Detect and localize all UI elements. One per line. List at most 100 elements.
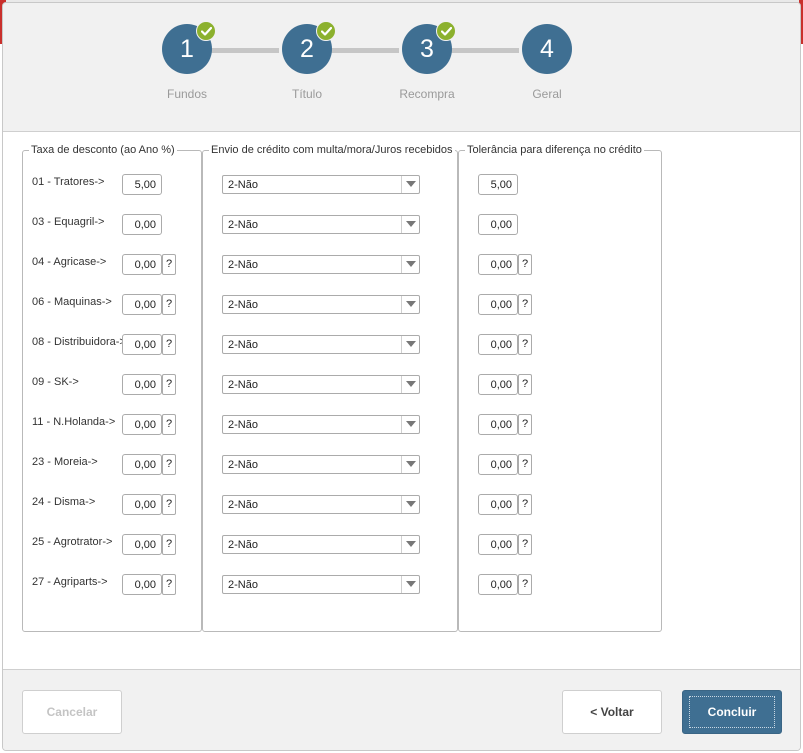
row-label: 03 - Equagril->	[32, 216, 105, 228]
tolerance-input[interactable]: 0,00	[478, 494, 518, 515]
discount-rate-input[interactable]: 0,00	[122, 494, 162, 515]
caret-down-icon	[401, 336, 419, 353]
credit-select[interactable]: 2-Não	[222, 495, 420, 514]
help-button[interactable]: ?	[162, 574, 176, 595]
discount-rate-input[interactable]: 0,00	[122, 334, 162, 355]
credit-select[interactable]: 2-Não	[222, 295, 420, 314]
discount-rate-input[interactable]: 0,00	[122, 294, 162, 315]
credit-select[interactable]: 2-Não	[222, 415, 420, 434]
credit-select[interactable]: 2-Não	[222, 335, 420, 354]
select-value: 2-Não	[228, 499, 258, 511]
tolerance-input[interactable]: 0,00	[478, 214, 518, 235]
help-button[interactable]: ?	[518, 374, 532, 395]
credit-select[interactable]: 2-Não	[222, 535, 420, 554]
back-button[interactable]: < Voltar	[562, 690, 662, 734]
discount-rate-input[interactable]: 0,00	[122, 214, 162, 235]
help-button[interactable]: ?	[518, 574, 532, 595]
tolerance-input[interactable]: 0,00	[478, 534, 518, 555]
caret-down-icon	[401, 296, 419, 313]
help-button[interactable]: ?	[162, 254, 176, 275]
wizard-step-1[interactable]: 1 Fundos	[142, 21, 232, 101]
tolerance-input[interactable]: 0,00	[478, 454, 518, 475]
caret-down-icon	[401, 536, 419, 553]
credit-select[interactable]: 2-Não	[222, 375, 420, 394]
row-label: 06 - Maquinas->	[32, 296, 112, 308]
step-label: Geral	[532, 87, 562, 101]
wizard-step-4[interactable]: 4 Geral	[502, 24, 592, 101]
caret-down-icon	[401, 216, 419, 233]
help-button[interactable]: ?	[162, 454, 176, 475]
tolerance-input[interactable]: 5,00	[478, 174, 518, 195]
step-label: Título	[291, 87, 322, 101]
wizard-step-2[interactable]: 2 Título	[262, 21, 352, 101]
tolerance-input[interactable]: 0,00	[478, 574, 518, 595]
help-button[interactable]: ?	[162, 294, 176, 315]
step-label: Recompra	[399, 87, 455, 101]
credit-select[interactable]: 2-Não	[222, 175, 420, 194]
cancel-button[interactable]: Cancelar	[22, 690, 122, 734]
help-button[interactable]: ?	[162, 374, 176, 395]
caret-down-icon	[401, 256, 419, 273]
discount-rate-input[interactable]: 0,00	[122, 454, 162, 475]
check-icon	[436, 21, 456, 41]
select-value: 2-Não	[228, 379, 258, 391]
step-number-circle: 4	[522, 24, 572, 74]
tolerance-input[interactable]: 0,00	[478, 334, 518, 355]
tolerance-input[interactable]: 0,00	[478, 254, 518, 275]
row-label: 25 - Agrotrator->	[32, 536, 113, 548]
row-label: 09 - SK->	[32, 376, 79, 388]
focus-ring	[689, 696, 775, 728]
help-button[interactable]: ?	[518, 294, 532, 315]
caret-down-icon	[401, 376, 419, 393]
tolerance-input[interactable]: 0,00	[478, 374, 518, 395]
select-value: 2-Não	[228, 539, 258, 551]
select-value: 2-Não	[228, 579, 258, 591]
fieldset-legend: Envio de crédito com multa/mora/Juros re…	[209, 144, 455, 156]
row-label: 01 - Tratores->	[32, 176, 105, 188]
row-label: 24 - Disma->	[32, 496, 96, 508]
select-value: 2-Não	[228, 259, 258, 271]
wizard-dialog: 1 Fundos 2 Título 3 Recompra 4 Geral Cancelar <…	[2, 2, 801, 751]
step-label: Fundos	[166, 87, 208, 101]
discount-rate-input[interactable]: 5,00	[122, 174, 162, 195]
caret-down-icon	[401, 416, 419, 433]
discount-rate-input[interactable]: 0,00	[122, 574, 162, 595]
help-button[interactable]: ?	[162, 414, 176, 435]
wizard-step-3[interactable]: 3 Recompra	[382, 21, 472, 101]
help-button[interactable]: ?	[518, 414, 532, 435]
help-button[interactable]: ?	[518, 534, 532, 555]
finish-button[interactable]: Concluir	[682, 690, 782, 734]
row-label: 27 - Agriparts->	[32, 576, 108, 588]
row-label: 23 - Moreia->	[32, 456, 98, 468]
select-value: 2-Não	[228, 299, 258, 311]
row-label: 08 - Distribuidora->	[32, 336, 126, 348]
credit-select[interactable]: 2-Não	[222, 455, 420, 474]
credit-select[interactable]: 2-Não	[222, 575, 420, 594]
tolerance-input[interactable]: 0,00	[478, 294, 518, 315]
fieldset-credit: Envio de crédito com multa/mora/Juros re…	[202, 144, 458, 632]
discount-rate-input[interactable]: 0,00	[122, 414, 162, 435]
fieldset-tolerance: Tolerância para diferença no crédito 5,00…	[458, 144, 662, 632]
help-button[interactable]: ?	[518, 334, 532, 355]
help-button[interactable]: ?	[162, 334, 176, 355]
help-button[interactable]: ?	[518, 454, 532, 475]
help-button[interactable]: ?	[518, 494, 532, 515]
caret-down-icon	[401, 496, 419, 513]
discount-rate-input[interactable]: 0,00	[122, 374, 162, 395]
help-button[interactable]: ?	[518, 254, 532, 275]
discount-rate-input[interactable]: 0,00	[122, 534, 162, 555]
select-value: 2-Não	[228, 179, 258, 191]
select-value: 2-Não	[228, 419, 258, 431]
credit-select[interactable]: 2-Não	[222, 255, 420, 274]
help-button[interactable]: ?	[162, 534, 176, 555]
select-value: 2-Não	[228, 219, 258, 231]
check-icon	[196, 21, 216, 41]
help-button[interactable]: ?	[162, 494, 176, 515]
credit-select[interactable]: 2-Não	[222, 215, 420, 234]
fieldset-legend: Tolerância para diferença no crédito	[465, 144, 644, 156]
tolerance-input[interactable]: 0,00	[478, 414, 518, 435]
caret-down-icon	[401, 456, 419, 473]
discount-rate-input[interactable]: 0,00	[122, 254, 162, 275]
fieldset-legend: Taxa de desconto (ao Ano %)	[29, 144, 177, 156]
caret-down-icon	[401, 176, 419, 193]
